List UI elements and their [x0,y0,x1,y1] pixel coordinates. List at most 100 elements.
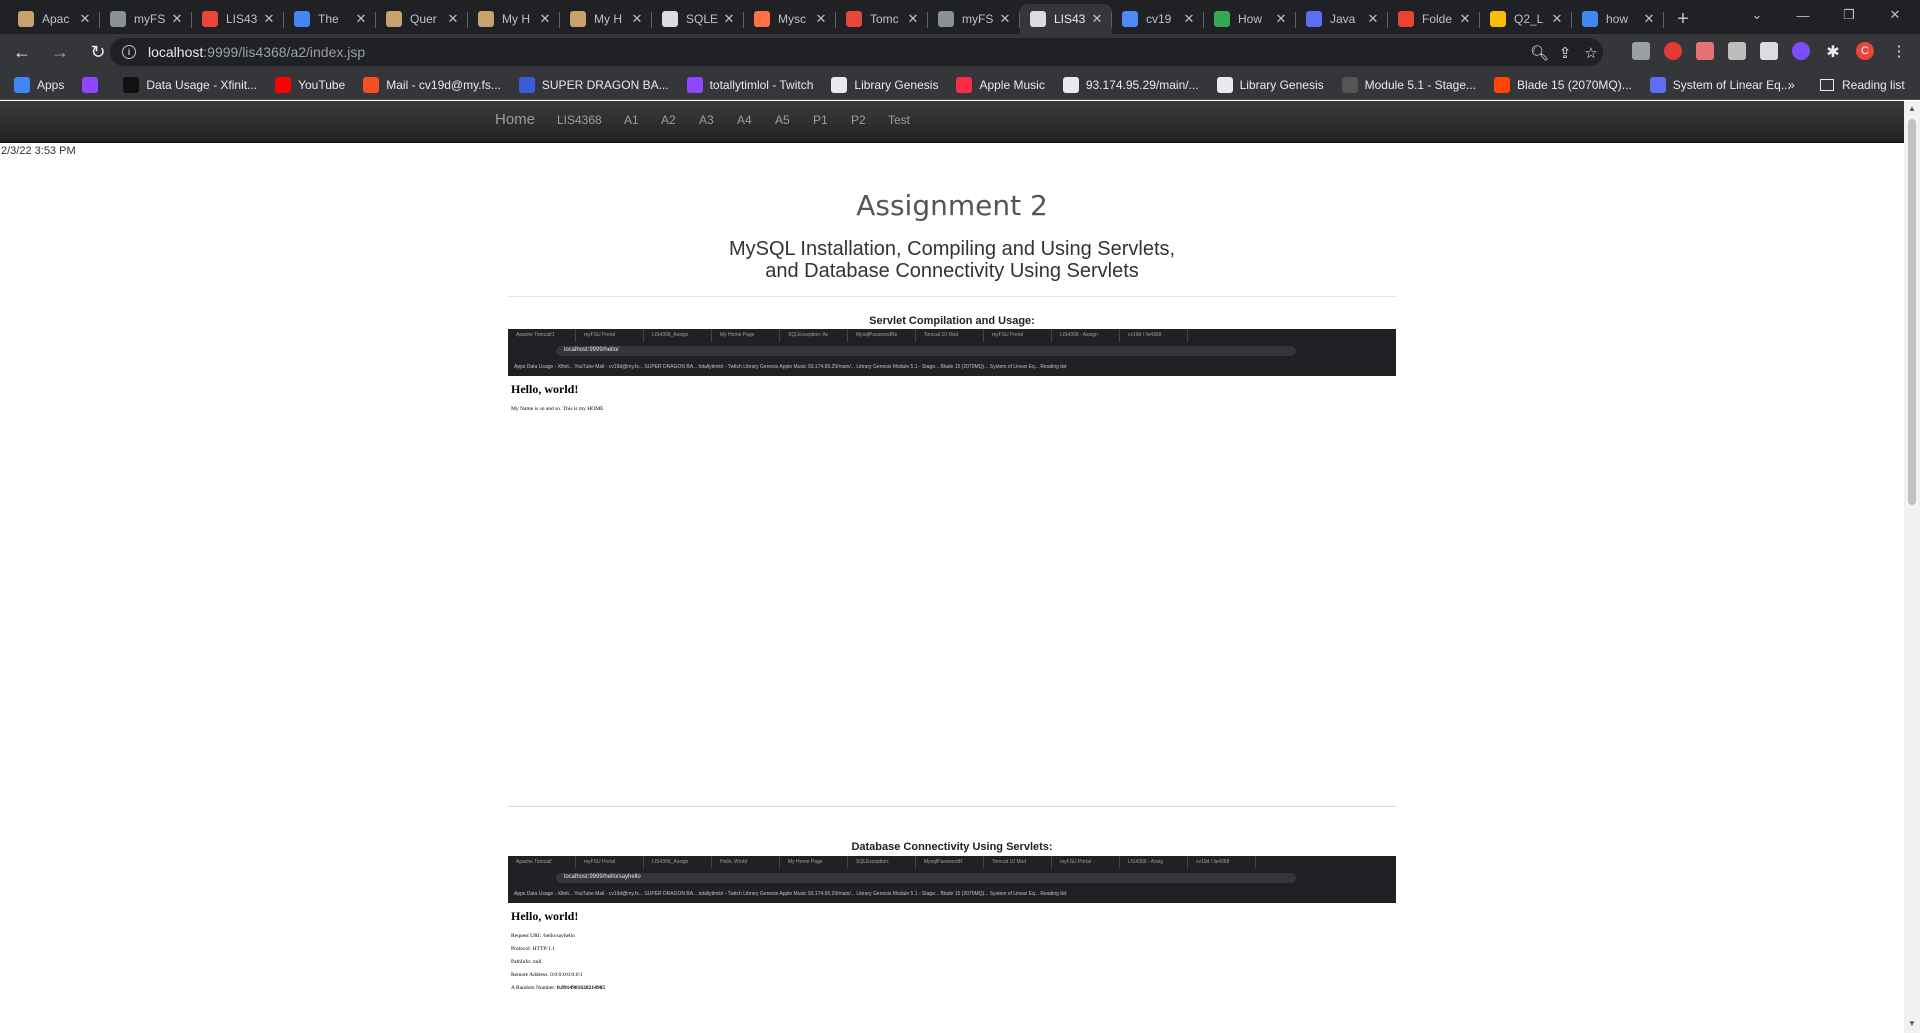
nav-link-lis4368[interactable]: LIS4368 [557,113,602,127]
tab-close-icon[interactable]: ✕ [906,11,920,27]
nav-link-p2[interactable]: P2 [851,113,866,127]
puzzle-icon[interactable]: ✱ [1824,42,1842,61]
bookmark-item[interactable]: Blade 15 (2070MQ)... [1494,76,1632,93]
page-scrollbar[interactable]: ▲ ▼ [1904,101,1920,1033]
nav-link-a1[interactable]: A1 [624,113,639,127]
browser-tab[interactable]: Quer ✕ [376,4,468,34]
tab-close-icon[interactable]: ✕ [1458,11,1472,27]
tab-close-icon[interactable]: ✕ [630,11,644,27]
page-subtitle-line2: and Database Connectivity Using Servlets [765,260,1139,282]
back-button[interactable]: ← [6,36,38,68]
browser-tab[interactable]: SQLE ✕ [652,4,744,34]
bookmark-item[interactable]: Mail - cv19d@my.fs... [363,76,501,93]
tab-close-icon[interactable]: ✕ [446,11,460,27]
page-content: Home LIS4368 A1 A2 A3 A4 A5 P1 P2 Test 2… [0,101,1904,1033]
browser-tab[interactable]: Java ✕ [1296,4,1388,34]
tab-favicon-icon [18,11,34,27]
close-window-button[interactable]: ✕ [1872,0,1918,30]
bookmark-item[interactable]: SUPER DRAGON BA... [518,76,669,93]
scrollbar-thumb[interactable] [1908,119,1916,505]
bookmark-item[interactable]: totallytimlol - Twitch [686,76,814,93]
extension-icon[interactable] [1664,42,1682,60]
tab-search-button[interactable]: ⌄ [1734,0,1780,30]
tab-favicon-icon [662,11,678,27]
extension-icon[interactable] [1792,42,1810,60]
bookmark-item[interactable]: Module 5.1 - Stage... [1341,76,1476,93]
bookmark-icon [831,76,848,93]
share-icon[interactable]: ⇪ [1556,44,1574,62]
browser-tab[interactable]: myFS ✕ [100,4,192,34]
bookmark-item[interactable]: 93.174.95.29/main/... [1062,76,1199,93]
bookmark-item[interactable]: Library Genesis [831,76,938,93]
extension-icon[interactable] [1760,42,1778,60]
browser-tab[interactable]: My H ✕ [468,4,560,34]
bookmark-label: totallytimlol - Twitch [709,77,814,92]
browser-tab[interactable]: myFS ✕ [928,4,1020,34]
bookmark-label: Blade 15 (2070MQ)... [1517,77,1632,92]
tab-close-icon[interactable]: ✕ [814,11,828,27]
tab-close-icon[interactable]: ✕ [262,11,276,27]
nav-link-a5[interactable]: A5 [775,113,790,127]
reading-list-button[interactable]: Reading list [1820,70,1905,100]
tab-close-icon[interactable]: ✕ [354,11,368,27]
nav-link-a3[interactable]: A3 [699,113,714,127]
browser-tab[interactable]: cv19 ✕ [1112,4,1204,34]
tab-close-icon[interactable]: ✕ [538,11,552,27]
minimize-button[interactable]: — [1780,0,1826,30]
url-host: localhost [148,44,204,60]
tab-close-icon[interactable]: ✕ [722,11,736,27]
nav-link-a4[interactable]: A4 [737,113,752,127]
browser-tab[interactable]: Apac ✕ [8,4,100,34]
bookmark-item[interactable]: Data Usage - Xfinit... [123,76,257,93]
tab-close-icon[interactable]: ✕ [1090,11,1104,27]
tab-title: Quer [410,12,437,26]
bookmark-item[interactable]: YouTube [275,76,345,93]
browser-tab[interactable]: Q2_L ✕ [1480,4,1572,34]
tab-close-icon[interactable]: ✕ [998,11,1012,27]
browser-tab[interactable]: Folde ✕ [1388,4,1480,34]
bookmark-item[interactable]: Library Genesis [1216,76,1324,93]
bookmark-item[interactable]: Apple Music [956,76,1045,93]
screenshot-tab: SQLException: Ac [780,329,848,342]
forward-button[interactable]: → [44,36,76,68]
browser-tab[interactable]: My H ✕ [560,4,652,34]
tab-close-icon[interactable]: ✕ [1642,11,1656,27]
browser-tab[interactable]: The ✕ [284,4,376,34]
address-bar[interactable]: i localhost :9999/lis4368/a2/index.jsp 🔍… [110,38,1603,66]
tab-close-icon[interactable]: ✕ [78,11,92,27]
screenshot-browser-chrome: Apache Tomcat/1 myFSU Portal LIS4368_Assig… [508,329,1396,376]
tab-close-icon[interactable]: ✕ [1366,11,1380,27]
new-tab-button[interactable]: + [1668,4,1698,34]
restore-button[interactable]: ❐ [1826,0,1872,30]
bookmarks-overflow-button[interactable]: » [1788,70,1795,100]
zoom-icon[interactable]: 🔍︎ [1530,44,1549,62]
menu-icon[interactable]: ⋮ [1890,42,1908,60]
browser-tab[interactable]: LIS43 ✕ [1020,4,1112,34]
site-info-icon[interactable]: i [122,45,136,59]
nav-link-a2[interactable]: A2 [661,113,676,127]
tab-close-icon[interactable]: ✕ [170,11,184,27]
bookmark-item[interactable]: System of Linear Eq... [1649,76,1791,93]
scroll-down-arrow[interactable]: ▼ [1908,1019,1916,1028]
extension-icon[interactable] [1696,42,1714,60]
extension-icon[interactable] [1632,42,1650,60]
tab-close-icon[interactable]: ✕ [1274,11,1288,27]
nav-link-test[interactable]: Test [888,113,910,127]
nav-link-p1[interactable]: P1 [813,113,828,127]
screenshot-tab-strip: Apache Tomcat/myFSU Portal LIS4368_Assign… [508,856,1396,869]
browser-tab[interactable]: Tomc ✕ [836,4,928,34]
nav-home-link[interactable]: Home [495,111,535,128]
bookmark-item[interactable]: Apps [14,76,64,93]
browser-tab[interactable]: How ✕ [1204,4,1296,34]
extension-icon[interactable] [1728,42,1746,60]
browser-tab[interactable]: how ✕ [1572,4,1664,34]
browser-tab[interactable]: LIS43 ✕ [192,4,284,34]
bookmark-star-icon[interactable]: ☆ [1582,44,1600,62]
bookmark-item[interactable] [82,76,105,93]
scroll-up-arrow[interactable]: ▲ [1908,104,1916,113]
profile-avatar[interactable]: C [1856,42,1874,60]
browser-tab[interactable]: Mysc ✕ [744,4,836,34]
tab-close-icon[interactable]: ✕ [1182,11,1196,27]
tab-close-icon[interactable]: ✕ [1550,11,1564,27]
bookmark-icon [275,76,292,93]
